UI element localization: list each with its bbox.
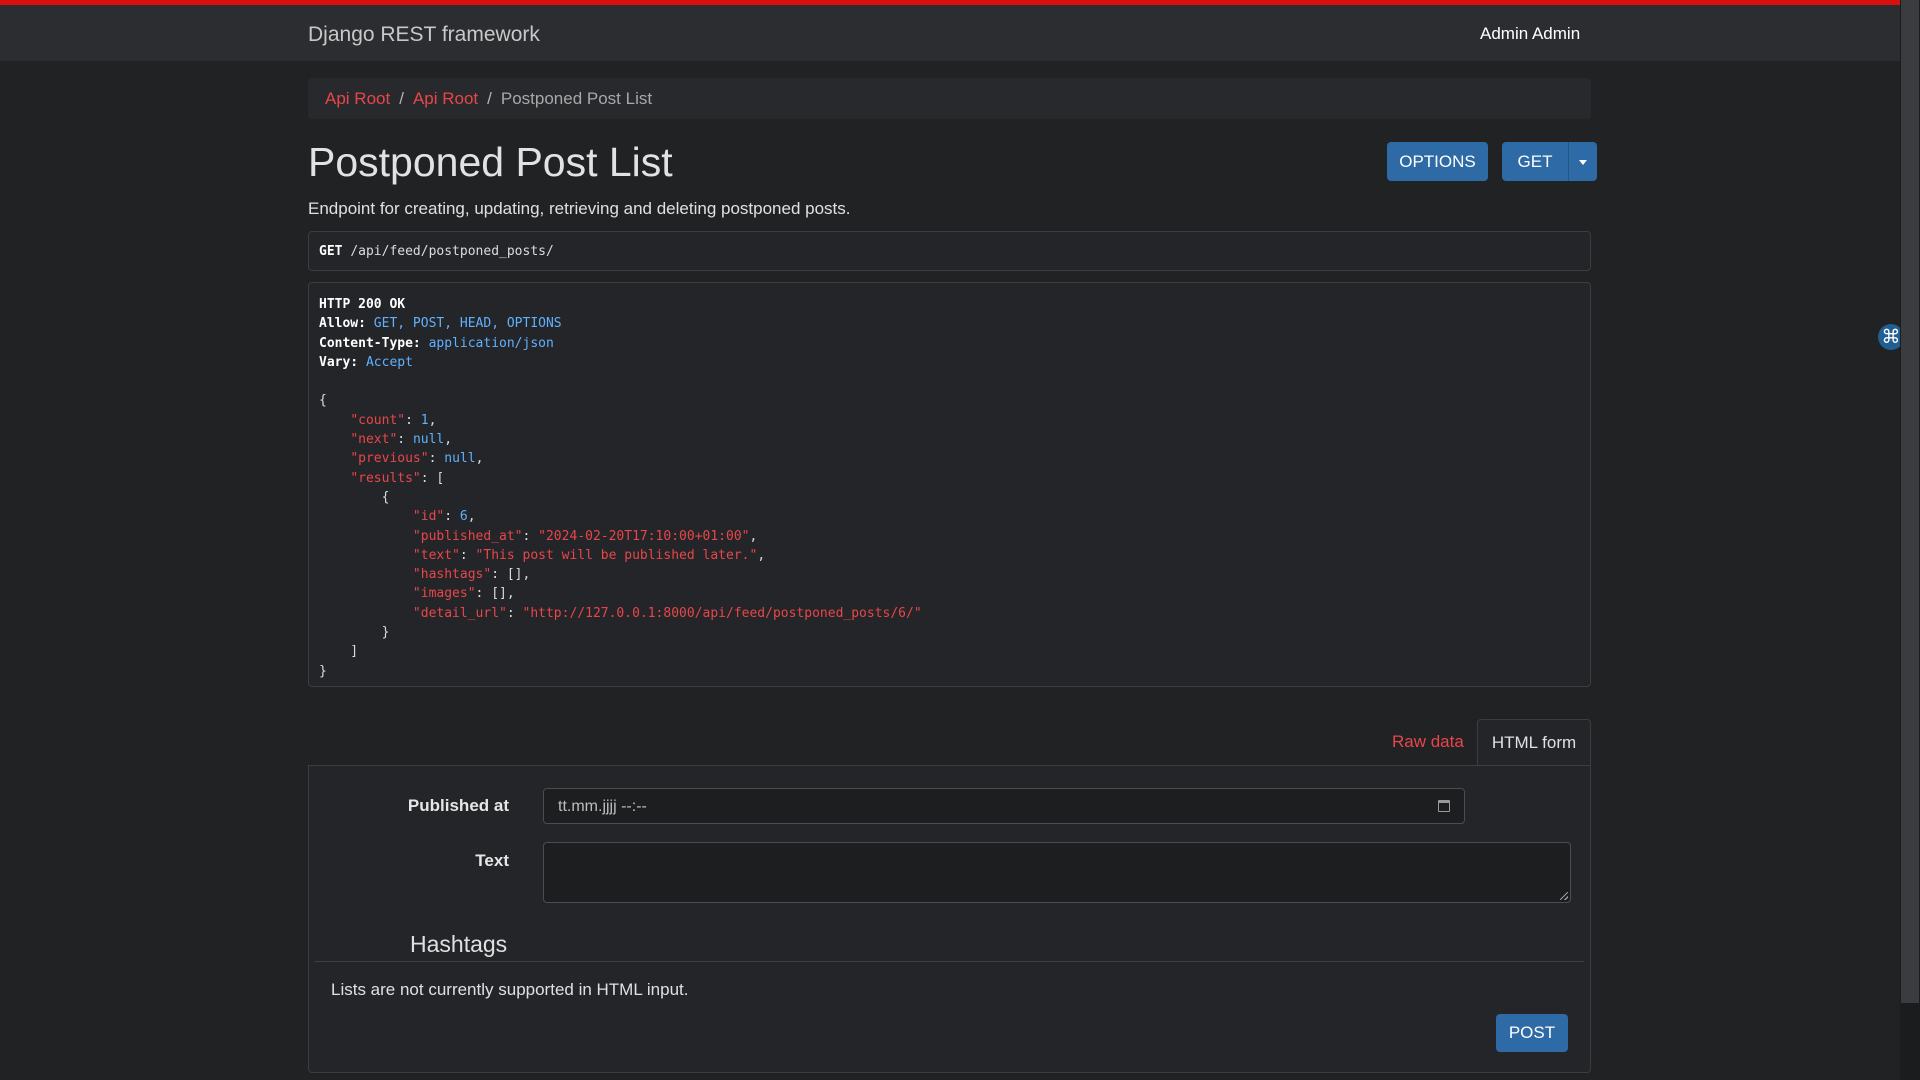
json-key: "id" — [412, 509, 445, 525]
tab-html-form[interactable]: HTML form — [1477, 719, 1591, 766]
published-at-label: Published at — [407, 796, 509, 815]
content-type-header-value: application/json — [428, 335, 554, 351]
text-label: Text — [475, 851, 509, 870]
user-menu[interactable]: Admin Admin — [1480, 24, 1580, 44]
json-key: "hashtags" — [412, 567, 492, 583]
json-link[interactable]: "http://127.0.0.1:8000/api/feed/postpone… — [523, 606, 922, 621]
text-textarea[interactable] — [543, 842, 1571, 903]
breadcrumb-link-api-root[interactable]: Api Root — [325, 89, 390, 108]
published-at-placeholder: tt.mm.jjjj --:-- — [558, 798, 647, 815]
request-line: GET /api/feed/postponed_posts/ — [319, 244, 554, 259]
json-value: 1 — [420, 412, 429, 428]
published-at-input[interactable]: tt.mm.jjjj --:-- — [543, 788, 1465, 824]
navbar: Django REST framework Admin Admin — [0, 5, 1900, 61]
page-description: Endpoint for creating, updating, retriev… — [308, 199, 851, 218]
response-info: HTTP 200 OK Allow: GET, POST, HEAD, OPTI… — [308, 282, 1591, 687]
hashtags-hint: Lists are not currently supported in HTM… — [331, 980, 689, 999]
json-key: "count" — [350, 412, 406, 428]
allow-header-label: Allow: — [319, 316, 366, 332]
request-path: /api/feed/postponed_posts/ — [350, 244, 554, 259]
page-title: Postponed Post List — [308, 139, 673, 185]
json-value: [] — [491, 586, 507, 602]
vary-header-label: Vary: — [319, 354, 359, 370]
breadcrumb-separator: / — [487, 89, 492, 108]
json-key: "detail_url" — [412, 605, 507, 621]
options-button[interactable]: OPTIONS — [1387, 142, 1488, 181]
get-format-dropdown-button[interactable] — [1568, 142, 1597, 181]
response-status: HTTP 200 OK — [319, 297, 406, 312]
json-value: null — [412, 432, 445, 448]
json-key: "next" — [350, 432, 398, 448]
html-form-panel: Published at tt.mm.jjjj --:-- Text Hasht… — [308, 765, 1591, 1073]
brand-link[interactable]: Django REST framework — [308, 23, 540, 47]
json-string: "This post will be published later." — [475, 547, 758, 563]
json-key: "previous" — [350, 451, 429, 467]
json-string: "2024-02-20T17:10:00+01:00" — [538, 528, 750, 544]
json-key: "images" — [412, 586, 476, 602]
caret-down-icon — [1579, 160, 1587, 166]
legend-divider — [314, 961, 1584, 962]
breadcrumb-separator: / — [399, 89, 404, 108]
resize-handle-icon[interactable] — [1560, 892, 1568, 900]
json-value: null — [444, 451, 476, 467]
hashtags-legend: Hashtags — [410, 931, 508, 957]
json-key: "published_at" — [412, 528, 523, 544]
scrollbar[interactable] — [1900, 0, 1920, 1080]
form-tabs: Raw data HTML form — [308, 719, 1591, 766]
scrollbar-thumb[interactable] — [1901, 0, 1919, 1003]
tab-raw-data[interactable]: Raw data — [1392, 732, 1464, 752]
request-method: GET — [319, 244, 343, 259]
post-button[interactable]: POST — [1496, 1014, 1568, 1052]
get-button[interactable]: GET — [1502, 142, 1568, 181]
json-key: "results" — [350, 470, 421, 486]
json-value: [] — [506, 567, 523, 583]
response-body: HTTP 200 OK Allow: GET, POST, HEAD, OPTI… — [319, 297, 922, 679]
json-value: 6 — [459, 509, 468, 525]
vary-header-value: Accept — [365, 354, 413, 370]
breadcrumb: Api Root / Api Root / Postponed Post List — [308, 78, 1591, 119]
allow-header-value: GET, POST, HEAD, OPTIONS — [373, 316, 562, 332]
json-key: "text" — [412, 547, 460, 563]
content-type-header-label: Content-Type: — [319, 335, 421, 351]
breadcrumb-active: Postponed Post List — [500, 89, 653, 108]
request-info: GET /api/feed/postponed_posts/ — [308, 231, 1591, 271]
breadcrumb-link-api-root[interactable]: Api Root — [413, 89, 478, 108]
calendar-icon[interactable] — [1438, 800, 1450, 812]
